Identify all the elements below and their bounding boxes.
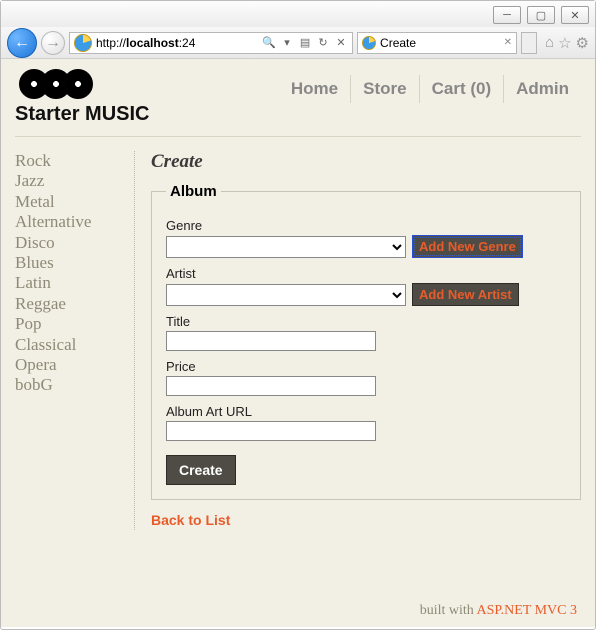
price-label: Price (166, 359, 566, 374)
sidebar-item[interactable]: Latin (15, 273, 124, 293)
genre-sidebar: Rock Jazz Metal Alternative Disco Blues … (15, 151, 135, 530)
forward-button[interactable]: → (41, 31, 65, 55)
sidebar-item[interactable]: Opera (15, 355, 124, 375)
tab-close-icon[interactable]: ✕ (504, 37, 512, 48)
logo-icon (19, 69, 149, 99)
sidebar-item[interactable]: Classical (15, 335, 124, 355)
window-titlebar: ─ ▢ ✕ (1, 1, 595, 27)
maximize-button[interactable]: ▢ (527, 6, 555, 24)
browser-toolbar: ← → http://localhost:24 🔍 ▾ ▤ ↻ ✕ Create… (1, 27, 595, 59)
favorites-icon[interactable]: ☆ (558, 34, 571, 52)
url-text: http://localhost:24 (96, 36, 258, 50)
browser-window: ─ ▢ ✕ ← → http://localhost:24 🔍 ▾ ▤ ↻ ✕ … (0, 0, 596, 630)
nav-cart[interactable]: Cart (0) (420, 75, 505, 103)
page-content: Starter MUSIC Home Store Cart (0) Admin … (1, 59, 595, 627)
main-content: Create Album Genre Add New Genre Artist (135, 151, 581, 530)
compat-icon[interactable]: ▤ (298, 36, 312, 49)
sidebar-item[interactable]: Pop (15, 314, 124, 334)
nav-admin[interactable]: Admin (504, 75, 581, 103)
sidebar-item[interactable]: Disco (15, 233, 124, 253)
sidebar-item[interactable]: Blues (15, 253, 124, 273)
tab-ie-icon (362, 36, 376, 50)
minimize-button[interactable]: ─ (493, 6, 521, 24)
search-icon[interactable]: 🔍 (262, 36, 276, 49)
tab-title: Create (380, 36, 500, 50)
nav-store[interactable]: Store (351, 75, 419, 103)
new-tab-button[interactable] (521, 32, 537, 54)
sidebar-item[interactable]: Reggae (15, 294, 124, 314)
page-heading: Create (151, 151, 581, 173)
title-input[interactable] (166, 331, 376, 351)
main-nav: Home Store Cart (0) Admin (279, 75, 581, 103)
divider (15, 136, 581, 137)
dropdown-icon[interactable]: ▾ (280, 36, 294, 49)
stop-icon[interactable]: ✕ (334, 36, 348, 49)
arturl-label: Album Art URL (166, 404, 566, 419)
price-input[interactable] (166, 376, 376, 396)
address-bar[interactable]: http://localhost:24 🔍 ▾ ▤ ↻ ✕ (69, 32, 353, 54)
sidebar-item[interactable]: Jazz (15, 171, 124, 191)
title-label: Title (166, 314, 566, 329)
footer-text: built with (420, 603, 477, 618)
nav-home[interactable]: Home (279, 75, 351, 103)
sidebar-item[interactable]: Rock (15, 151, 124, 171)
genre-label: Genre (166, 218, 566, 233)
add-genre-button[interactable]: Add New Genre (412, 235, 523, 258)
sidebar-item[interactable]: Metal (15, 192, 124, 212)
back-button[interactable]: ← (7, 28, 37, 58)
close-button[interactable]: ✕ (561, 6, 589, 24)
artist-label: Artist (166, 266, 566, 281)
create-button[interactable]: Create (166, 455, 236, 485)
genre-select[interactable] (166, 236, 406, 258)
site-title: Starter MUSIC (15, 103, 149, 126)
add-artist-button[interactable]: Add New Artist (412, 283, 519, 306)
back-to-list-link[interactable]: Back to List (151, 512, 230, 528)
browser-tab[interactable]: Create ✕ (357, 32, 517, 54)
ie-icon (74, 34, 92, 52)
artist-select[interactable] (166, 284, 406, 306)
album-fieldset: Album Genre Add New Genre Artist Add New… (151, 183, 581, 500)
footer: built with ASP.NET MVC 3 (420, 603, 577, 619)
sidebar-item[interactable]: bobG (15, 375, 124, 395)
tools-icon[interactable]: ⚙ (576, 34, 589, 52)
site-header: Starter MUSIC Home Store Cart (0) Admin (15, 69, 581, 126)
fieldset-legend: Album (166, 183, 221, 200)
home-icon[interactable]: ⌂ (545, 34, 554, 51)
sidebar-item[interactable]: Alternative (15, 212, 124, 232)
arturl-input[interactable] (166, 421, 376, 441)
refresh-icon[interactable]: ↻ (316, 36, 330, 49)
footer-link[interactable]: ASP.NET MVC 3 (477, 603, 578, 618)
